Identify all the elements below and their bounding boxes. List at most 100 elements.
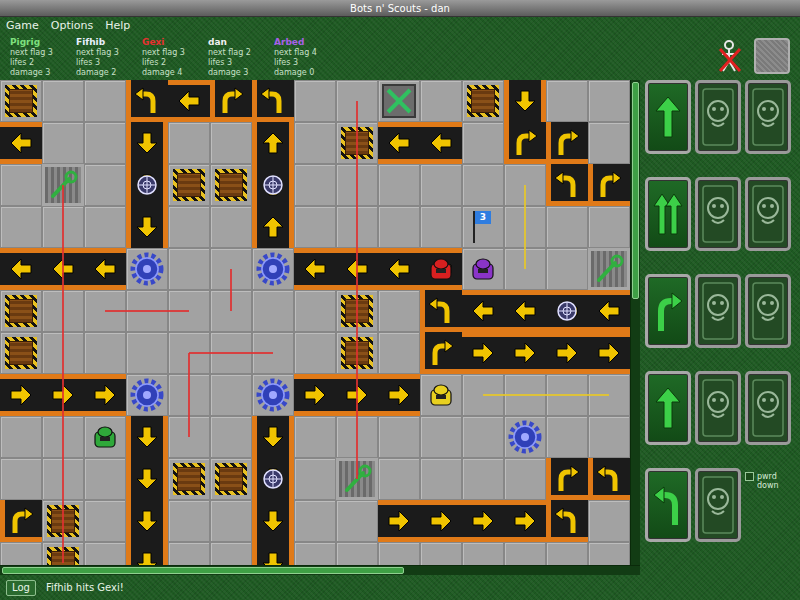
belt-tile[interactable] [126, 122, 168, 164]
floor-tile[interactable]: 3 [462, 206, 504, 248]
belt-tile[interactable] [0, 374, 42, 416]
turn-tile[interactable] [546, 458, 588, 500]
card-slot[interactable] [745, 80, 791, 154]
floor-tile[interactable] [84, 122, 126, 164]
program-card[interactable] [645, 80, 691, 154]
floor-tile[interactable] [420, 80, 462, 122]
belt-tile[interactable] [252, 542, 294, 565]
floor-tile[interactable] [210, 290, 252, 332]
robot[interactable] [463, 249, 503, 289]
floor-tile[interactable] [336, 416, 378, 458]
floor-tile[interactable] [462, 416, 504, 458]
program-card[interactable] [645, 274, 691, 348]
floor-tile[interactable] [504, 206, 546, 248]
floor-tile[interactable] [546, 542, 588, 565]
floor-tile[interactable] [462, 248, 504, 290]
gear-tile[interactable] [504, 416, 546, 458]
floor-tile[interactable] [378, 332, 420, 374]
turn-tile[interactable] [588, 458, 630, 500]
floor-tile[interactable] [336, 500, 378, 542]
floor-tile[interactable] [336, 542, 378, 565]
floor-tile[interactable] [168, 290, 210, 332]
floor-tile[interactable] [168, 500, 210, 542]
floor-tile[interactable] [378, 290, 420, 332]
belt-tile[interactable] [0, 248, 42, 290]
crusher-tile[interactable] [42, 500, 84, 542]
floor-tile[interactable] [126, 290, 168, 332]
turn-tile[interactable] [252, 80, 294, 122]
belt-tile[interactable] [252, 416, 294, 458]
wrench-tile[interactable] [336, 458, 378, 500]
robot[interactable] [85, 417, 125, 457]
crusher-tile[interactable] [42, 542, 84, 565]
floor-tile[interactable] [168, 122, 210, 164]
floor-tile[interactable] [294, 500, 336, 542]
floor-tile[interactable] [84, 164, 126, 206]
floor-tile[interactable] [42, 290, 84, 332]
belt-tile[interactable] [420, 500, 462, 542]
floor-tile[interactable] [378, 458, 420, 500]
floor-tile[interactable] [0, 458, 42, 500]
robot-icon[interactable] [469, 255, 497, 283]
belt-tile[interactable] [126, 416, 168, 458]
floor-tile[interactable] [546, 80, 588, 122]
power-down-figure-icon[interactable] [714, 39, 744, 73]
belt-tile[interactable] [546, 332, 588, 374]
crusher-tile[interactable] [0, 290, 42, 332]
turn-tile[interactable] [210, 80, 252, 122]
crusher-tile[interactable] [168, 458, 210, 500]
turn-tile[interactable] [504, 122, 546, 164]
floor-tile[interactable] [588, 374, 630, 416]
turn-tile[interactable] [546, 164, 588, 206]
floor-tile[interactable] [294, 332, 336, 374]
floor-tile[interactable] [504, 458, 546, 500]
turn-tile[interactable] [0, 500, 42, 542]
floor-tile[interactable] [168, 206, 210, 248]
game-board[interactable]: 3 [0, 80, 630, 565]
card-slot[interactable] [695, 80, 741, 154]
program-card[interactable] [645, 468, 691, 542]
crusher-tile[interactable] [336, 290, 378, 332]
floor-tile[interactable] [126, 332, 168, 374]
floor-tile[interactable] [294, 542, 336, 565]
gear-tile[interactable] [126, 374, 168, 416]
turn-tile[interactable] [588, 164, 630, 206]
turn-tile[interactable] [420, 332, 462, 374]
floor-tile[interactable] [546, 374, 588, 416]
belt-tile[interactable] [462, 332, 504, 374]
floor-tile[interactable] [588, 500, 630, 542]
belt-tile[interactable] [336, 374, 378, 416]
belt-tile[interactable] [546, 290, 588, 332]
gear-tile[interactable] [252, 374, 294, 416]
belt-tile[interactable] [294, 374, 336, 416]
belt-tile[interactable] [84, 374, 126, 416]
floor-tile[interactable] [462, 374, 504, 416]
floor-tile[interactable] [546, 248, 588, 290]
floor-tile[interactable] [168, 332, 210, 374]
belt-tile[interactable] [0, 122, 42, 164]
floor-tile[interactable] [336, 164, 378, 206]
floor-tile[interactable] [0, 416, 42, 458]
belt-tile[interactable] [126, 206, 168, 248]
floor-tile[interactable] [378, 164, 420, 206]
floor-tile[interactable] [588, 416, 630, 458]
floor-tile[interactable] [42, 332, 84, 374]
floor-tile[interactable] [210, 374, 252, 416]
robot[interactable] [421, 375, 461, 415]
belt-tile[interactable] [420, 248, 462, 290]
card-slot[interactable] [745, 371, 791, 445]
floor-tile[interactable] [84, 500, 126, 542]
robot-icon[interactable] [91, 423, 119, 451]
turn-tile[interactable] [546, 500, 588, 542]
belt-tile[interactable] [42, 374, 84, 416]
floor-tile[interactable] [0, 542, 42, 565]
belt-tile[interactable] [378, 374, 420, 416]
crusher-tile[interactable] [336, 122, 378, 164]
card-slot[interactable] [745, 177, 791, 251]
crusher-tile[interactable] [210, 164, 252, 206]
scroll-thumb[interactable] [632, 82, 639, 299]
floor-tile[interactable] [294, 206, 336, 248]
floor-tile[interactable] [336, 206, 378, 248]
belt-tile[interactable] [588, 290, 630, 332]
floor-tile[interactable] [462, 122, 504, 164]
